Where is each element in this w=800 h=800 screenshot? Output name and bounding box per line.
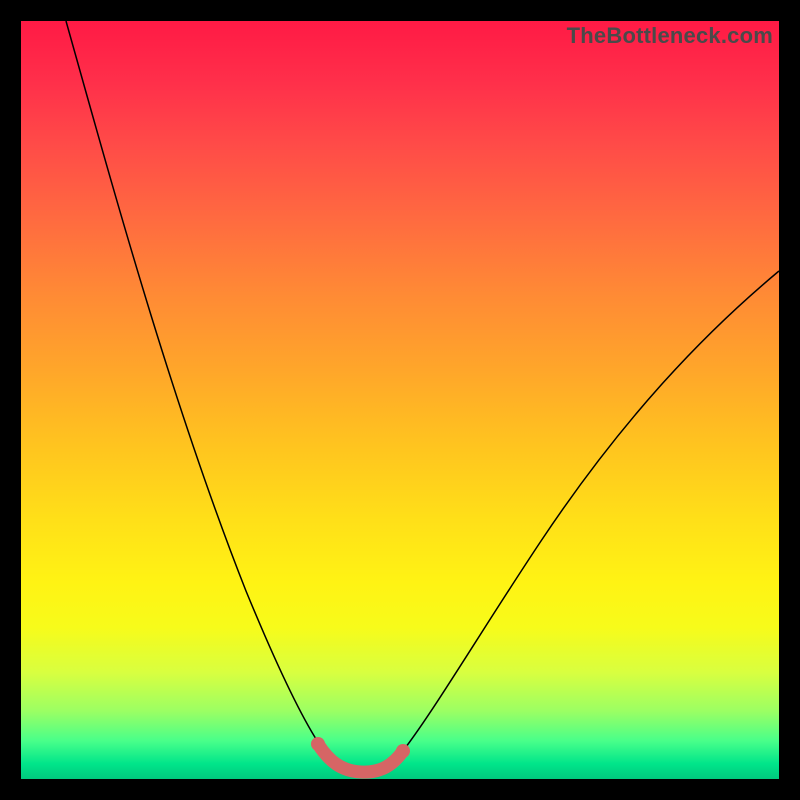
highlight-dot-left <box>311 737 325 751</box>
chart-svg <box>21 21 779 779</box>
curve-left-branch <box>66 21 324 751</box>
plot-area: TheBottleneck.com <box>21 21 779 779</box>
chart-frame: TheBottleneck.com <box>0 0 800 800</box>
highlight-dot-right <box>396 744 410 758</box>
curve-right-branch <box>399 271 779 756</box>
highlight-basin <box>318 744 403 772</box>
